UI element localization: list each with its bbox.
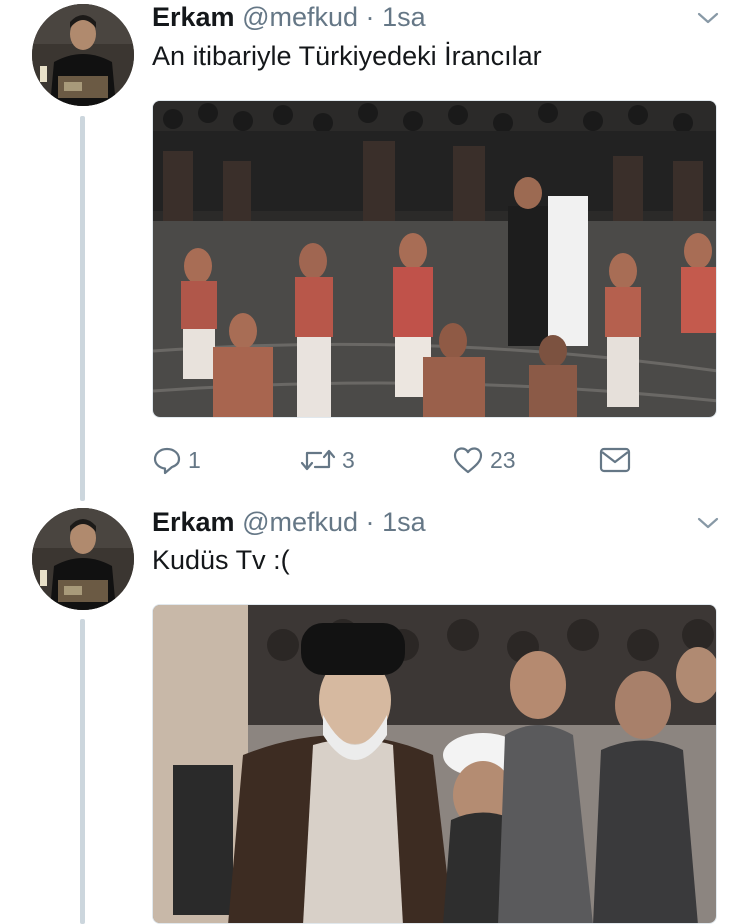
tweet-text: An itibariyle Türkiyedeki İrancılar bbox=[152, 41, 542, 71]
reply-icon bbox=[152, 445, 182, 475]
tweet-header: Erkam @mefkud · 1sa bbox=[152, 0, 426, 34]
separator: · bbox=[365, 507, 375, 537]
tweet[interactable]: Erkam @mefkud · 1sa Kudüs Tv :( bbox=[0, 505, 750, 924]
thread-line bbox=[80, 116, 85, 501]
heart-icon bbox=[452, 445, 484, 475]
tweet[interactable]: Erkam @mefkud · 1sa An itibariyle Türkiy… bbox=[0, 0, 750, 505]
timestamp[interactable]: 1sa bbox=[382, 507, 426, 537]
retweet-icon bbox=[300, 445, 336, 475]
tweet-photo[interactable] bbox=[152, 604, 717, 924]
retweet-count: 3 bbox=[342, 446, 355, 473]
tweet-actions: 1 3 23 bbox=[152, 443, 632, 477]
like-button[interactable]: 23 bbox=[452, 443, 516, 477]
avatar[interactable] bbox=[32, 4, 134, 106]
separator: · bbox=[365, 2, 375, 32]
user-handle[interactable]: @mefkud bbox=[242, 507, 358, 537]
chevron-down-icon[interactable] bbox=[696, 511, 720, 535]
user-handle[interactable]: @mefkud bbox=[242, 2, 358, 32]
avatar[interactable] bbox=[32, 508, 134, 610]
envelope-icon bbox=[599, 446, 631, 474]
retweet-button[interactable]: 3 bbox=[300, 443, 355, 477]
reply-count: 1 bbox=[188, 446, 201, 473]
reply-button[interactable]: 1 bbox=[152, 443, 201, 477]
tweet-header: Erkam @mefkud · 1sa bbox=[152, 505, 426, 539]
dm-button[interactable] bbox=[599, 443, 631, 477]
display-name[interactable]: Erkam bbox=[152, 2, 235, 32]
tweet-text: Kudüs Tv :( bbox=[152, 545, 290, 575]
timestamp[interactable]: 1sa bbox=[382, 2, 426, 32]
tweet-photo[interactable] bbox=[152, 100, 717, 418]
chevron-down-icon[interactable] bbox=[696, 6, 720, 30]
display-name[interactable]: Erkam bbox=[152, 507, 235, 537]
like-count: 23 bbox=[490, 446, 516, 473]
thread-line bbox=[80, 619, 85, 924]
